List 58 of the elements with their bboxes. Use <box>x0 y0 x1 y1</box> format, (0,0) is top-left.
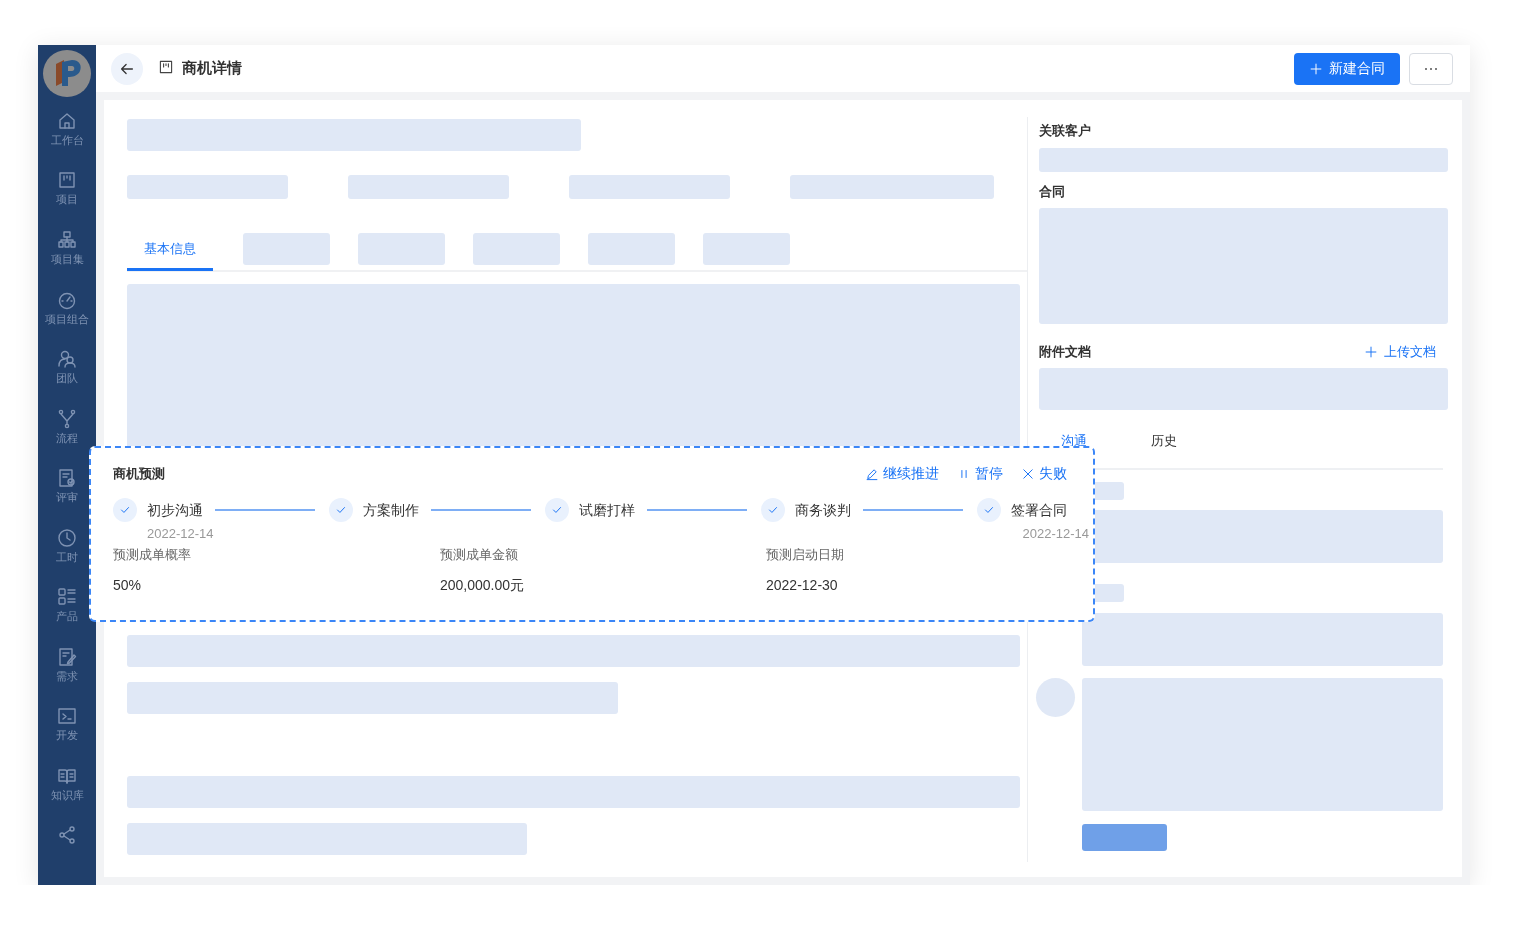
section-label: 合同 <box>1039 183 1066 201</box>
action-link[interactable]: 失败 <box>1021 465 1067 483</box>
action-link[interactable]: 继续推进 <box>865 465 939 483</box>
field-value: 200,000.00元 <box>440 577 526 595</box>
step-label: 试磨打样 <box>579 501 635 518</box>
plus-icon <box>1364 345 1378 359</box>
edit-document-icon <box>57 646 77 667</box>
upload-link[interactable]: 上传文档 <box>1364 343 1436 361</box>
sidebar-label[interactable]: 工作台 <box>50 131 84 148</box>
step-date: 2022-12-14 <box>147 525 214 541</box>
step-date: 2022-12-14 <box>1022 525 1089 541</box>
section-label: 关联客户 <box>1039 122 1092 140</box>
field-value: 2022-12-30 <box>766 577 839 593</box>
terminal-icon <box>57 706 77 727</box>
review-icon <box>57 468 77 489</box>
step-label: 方案制作 <box>363 501 419 518</box>
people-icon <box>57 349 77 370</box>
sidebar-label[interactable]: 工时 <box>56 548 78 565</box>
field-label: 预测启动日期 <box>766 546 845 564</box>
tab[interactable]: 基本信息 <box>127 229 213 271</box>
sidebar-label[interactable]: 项目 <box>56 191 78 208</box>
close-icon <box>1021 467 1035 481</box>
plus-icon <box>1309 61 1323 76</box>
page-title: 商机详情 <box>182 59 242 78</box>
sidebar-label[interactable]: 流程 <box>56 429 78 446</box>
sidebar-label[interactable]: 团队 <box>56 370 78 387</box>
tab[interactable]: 历史 <box>1119 424 1209 450</box>
sidebar-label[interactable]: 项目集 <box>50 250 84 267</box>
step-label: 商务谈判 <box>795 501 851 518</box>
board-icon <box>158 58 174 75</box>
tab[interactable]: 沟通 <box>1029 424 1119 450</box>
section-label: 附件文档 <box>1039 343 1091 361</box>
sidebar-label[interactable]: 需求 <box>56 667 78 684</box>
sidebar-label[interactable]: 评审 <box>56 489 78 506</box>
step-label: 签署合同 <box>1011 501 1067 518</box>
field-value: 50% <box>113 577 143 593</box>
sidebar-label[interactable]: 开发 <box>56 727 78 744</box>
avatar-placeholder <box>1036 678 1075 717</box>
logo-icon <box>43 50 91 97</box>
sidebar-label[interactable]: 项目组合 <box>45 310 89 327</box>
clock-icon <box>57 527 77 548</box>
sidebar-label[interactable]: 产品 <box>56 608 78 625</box>
action-link[interactable]: 暂停 <box>957 465 1003 483</box>
pencil-icon <box>865 467 879 481</box>
product-list-icon <box>57 587 77 608</box>
home-icon <box>57 110 77 131</box>
hierarchy-icon <box>57 229 77 250</box>
more-icon <box>1424 66 1438 71</box>
card-title: 商机预测 <box>113 465 165 483</box>
field-label: 预测成单概率 <box>113 546 192 564</box>
board-icon <box>57 170 77 191</box>
back-button[interactable] <box>111 52 143 85</box>
share-icon <box>57 825 77 846</box>
flow-icon <box>57 408 77 429</box>
step-label: 初步沟通 <box>147 501 203 518</box>
new-contract-button[interactable]: 新建合同 <box>1294 52 1400 85</box>
sidebar-label[interactable]: 知识库 <box>50 786 84 803</box>
field-label: 预测成单金额 <box>440 546 519 564</box>
